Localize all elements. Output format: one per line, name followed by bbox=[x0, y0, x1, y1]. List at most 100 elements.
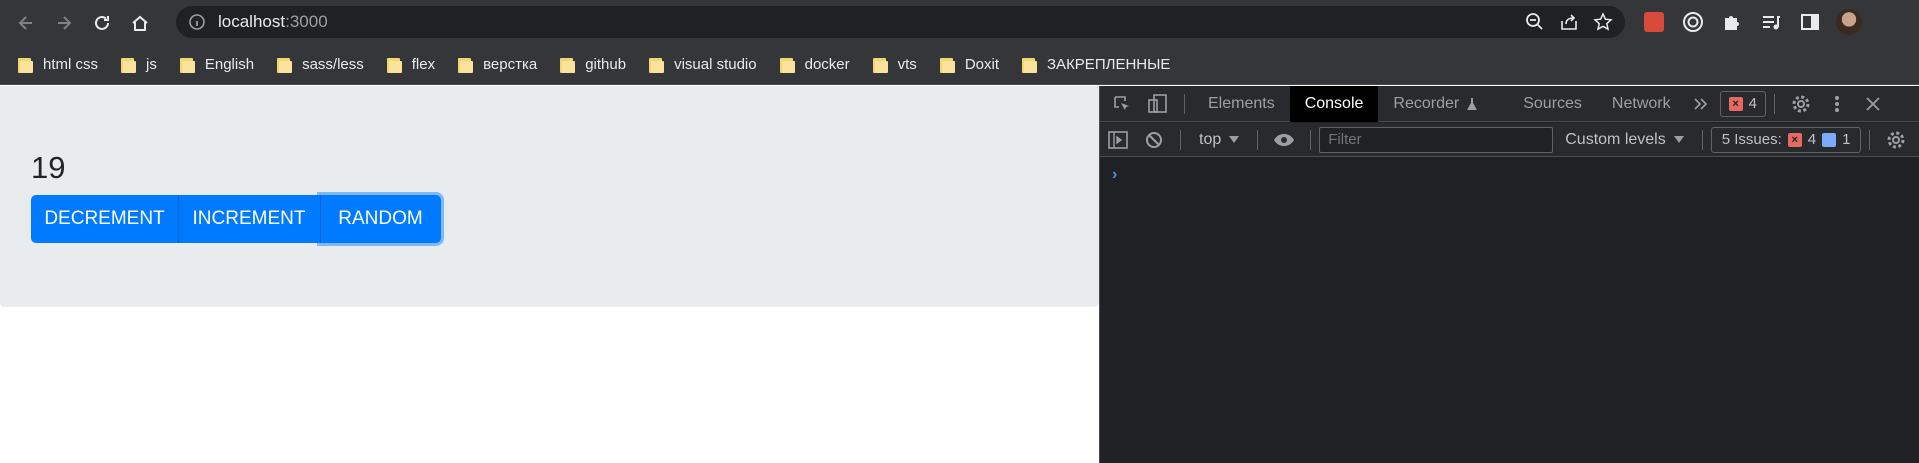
console-prompt[interactable]: › bbox=[1112, 166, 1117, 184]
caret-down-icon bbox=[1673, 135, 1684, 143]
bookmark-label: vts bbox=[897, 56, 917, 73]
sidebar-toggle-icon[interactable] bbox=[1100, 122, 1136, 158]
url-text: localhost:3000 bbox=[218, 12, 328, 32]
folder-icon bbox=[179, 57, 195, 73]
profile-avatar[interactable] bbox=[1835, 8, 1863, 36]
extension-bug-icon[interactable] bbox=[1640, 8, 1668, 36]
tab-sources[interactable]: Sources bbox=[1508, 86, 1597, 122]
star-icon[interactable] bbox=[1593, 12, 1613, 32]
bookmark-docker[interactable]: docker bbox=[779, 56, 850, 73]
console-filter-input[interactable] bbox=[1319, 126, 1554, 153]
folder-icon bbox=[277, 57, 293, 73]
clear-console-icon[interactable] bbox=[1136, 122, 1172, 158]
folder-icon bbox=[649, 57, 665, 73]
inspect-element-icon[interactable] bbox=[1104, 86, 1140, 122]
toolbar-divider bbox=[1310, 129, 1312, 150]
forward-button[interactable] bbox=[48, 7, 80, 39]
console-settings-gear-icon[interactable] bbox=[1878, 122, 1914, 158]
bookmark-label: js bbox=[146, 56, 157, 73]
error-icon: × bbox=[1787, 132, 1802, 147]
toolbar-divider bbox=[1180, 129, 1181, 150]
folder-icon bbox=[18, 57, 33, 73]
page-viewport: 19 DECREMENT INCREMENT RANDOM bbox=[0, 86, 1099, 463]
back-button[interactable] bbox=[10, 7, 42, 39]
device-toolbar-icon[interactable] bbox=[1140, 86, 1176, 122]
bookmark-verstka[interactable]: верстка bbox=[458, 56, 537, 73]
live-expression-eye-icon[interactable] bbox=[1266, 122, 1302, 158]
info-message-icon bbox=[1822, 132, 1837, 147]
settings-gear-icon[interactable] bbox=[1783, 86, 1819, 122]
close-devtools-icon[interactable] bbox=[1855, 86, 1891, 122]
folder-icon bbox=[386, 57, 402, 73]
bookmark-label: github bbox=[585, 56, 627, 73]
toolbar-divider bbox=[1257, 129, 1259, 150]
log-levels-dropdown[interactable]: Custom levels bbox=[1555, 131, 1693, 149]
devtools-tabbar: Elements Console Recorder Sources Networ… bbox=[1100, 85, 1919, 122]
devtools-panel: Elements Console Recorder Sources Networ… bbox=[1099, 85, 1919, 463]
url-port: :3000 bbox=[285, 12, 328, 31]
reload-icon bbox=[95, 15, 109, 30]
issues-error-count: 4 bbox=[1807, 131, 1817, 148]
arrow-left-icon bbox=[18, 15, 32, 30]
caret-down-icon bbox=[1229, 135, 1240, 143]
error-counter-badge[interactable]: × 4 bbox=[1719, 90, 1766, 117]
decrement-button[interactable]: DECREMENT bbox=[31, 195, 178, 243]
bookmark-label: English bbox=[204, 56, 255, 73]
folder-icon bbox=[779, 57, 795, 73]
url-host: localhost bbox=[218, 12, 286, 31]
extension-target-icon[interactable] bbox=[1679, 8, 1707, 36]
bookmark-vts[interactable]: vts bbox=[872, 56, 917, 73]
share-icon[interactable] bbox=[1559, 12, 1579, 32]
context-label: top bbox=[1199, 130, 1222, 148]
bookmark-visual-studio[interactable]: visual studio bbox=[649, 56, 757, 73]
issues-button[interactable]: 5 Issues: × 4 1 bbox=[1710, 126, 1862, 153]
increment-button[interactable]: INCREMENT bbox=[178, 195, 320, 243]
bookmark-label: html css bbox=[43, 56, 99, 73]
bookmark-label: docker bbox=[804, 56, 850, 73]
toolbar-divider bbox=[1184, 93, 1185, 114]
side-panel-icon[interactable] bbox=[1796, 8, 1824, 36]
toolbar-divider bbox=[1773, 93, 1775, 114]
random-button[interactable]: RANDOM bbox=[320, 195, 441, 243]
toolbar-divider bbox=[1701, 129, 1703, 150]
issues-info-count: 1 bbox=[1842, 131, 1851, 148]
bookmarks-bar: html css js English sass/less flex верст… bbox=[0, 45, 1919, 85]
tab-network[interactable]: Network bbox=[1597, 86, 1686, 122]
extensions-puzzle-icon[interactable] bbox=[1718, 8, 1746, 36]
tab-console[interactable]: Console bbox=[1289, 85, 1379, 122]
arrow-right-icon bbox=[58, 15, 72, 30]
bookmark-label: верстка bbox=[483, 56, 538, 73]
tab-recorder[interactable]: Recorder bbox=[1378, 86, 1494, 122]
bookmark-flex[interactable]: flex bbox=[386, 56, 436, 73]
folder-icon bbox=[1022, 57, 1037, 73]
bookmark-label: flex bbox=[411, 56, 436, 73]
media-queue-icon[interactable] bbox=[1757, 8, 1785, 36]
zoom-out-icon[interactable] bbox=[1525, 12, 1545, 32]
bookmark-sass-less[interactable]: sass/less bbox=[277, 56, 364, 73]
tab-recorder-label: Recorder bbox=[1393, 94, 1460, 112]
toolbar-divider bbox=[1869, 129, 1871, 150]
bookmark-label: sass/less bbox=[302, 56, 364, 73]
button-group: DECREMENT INCREMENT RANDOM bbox=[31, 195, 441, 243]
site-info-icon[interactable] bbox=[188, 13, 206, 31]
more-options-icon[interactable] bbox=[1819, 86, 1855, 122]
bookmark-doxit[interactable]: Doxit bbox=[939, 56, 999, 73]
reload-button[interactable] bbox=[86, 7, 118, 39]
bookmark-html-css[interactable]: html css bbox=[18, 56, 98, 73]
context-selector[interactable]: top bbox=[1189, 131, 1249, 149]
bookmark-english[interactable]: English bbox=[179, 56, 255, 73]
counter-value: 19 bbox=[31, 150, 66, 185]
address-bar[interactable]: localhost:3000 bbox=[176, 6, 1625, 38]
bookmark-pinned[interactable]: ЗАКРЕПЛЕННЫЕ bbox=[1022, 56, 1170, 73]
tab-elements[interactable]: Elements bbox=[1193, 86, 1290, 122]
bookmark-github[interactable]: github bbox=[560, 56, 626, 73]
issues-label: 5 Issues: bbox=[1721, 131, 1782, 148]
folder-icon bbox=[872, 57, 888, 73]
bookmark-label: visual studio bbox=[674, 56, 757, 73]
console-toolbar: top Custom levels 5 Issues: × 4 1 bbox=[1100, 123, 1919, 157]
more-tabs-icon[interactable] bbox=[1686, 86, 1714, 122]
home-button[interactable] bbox=[124, 7, 156, 39]
bookmark-js[interactable]: js bbox=[121, 56, 157, 73]
folder-icon bbox=[121, 57, 137, 73]
folder-icon bbox=[458, 57, 474, 73]
